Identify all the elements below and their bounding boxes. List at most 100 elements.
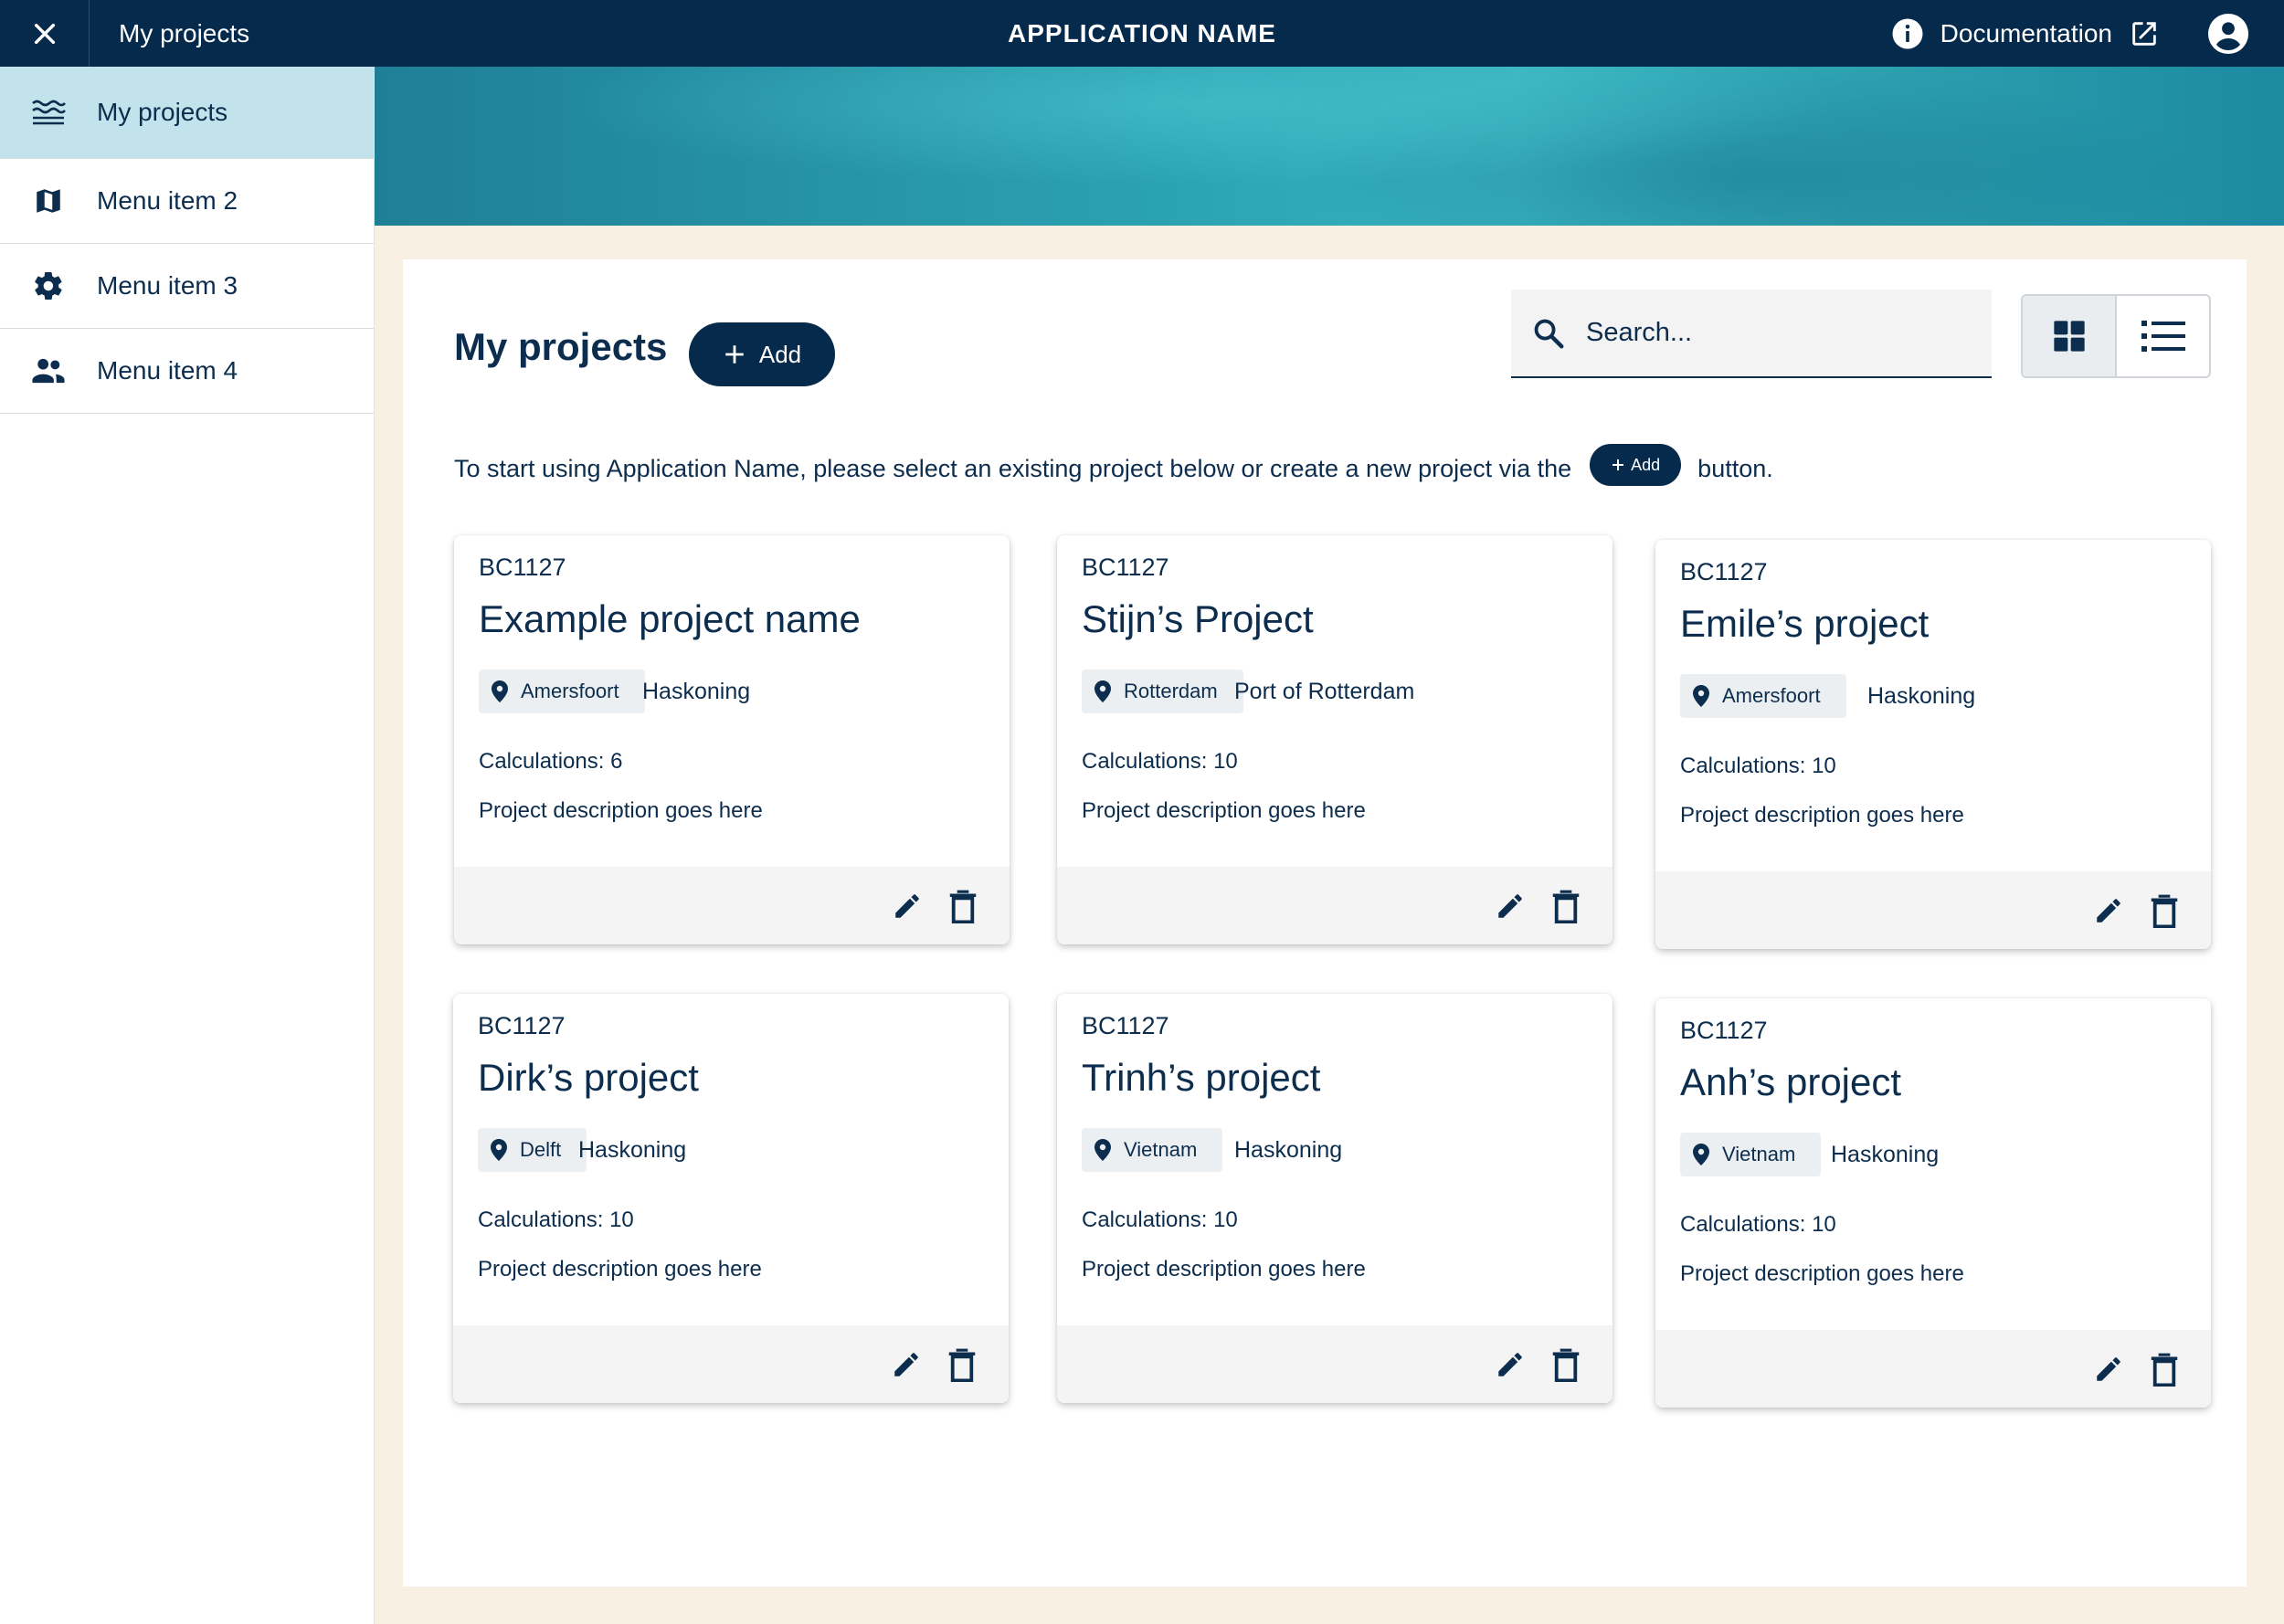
sidebar-item-menu-4[interactable]: Menu item 4 bbox=[0, 329, 374, 414]
add-button-label: Add bbox=[758, 340, 802, 368]
account-icon[interactable] bbox=[2207, 13, 2249, 55]
project-description: Project description goes here bbox=[478, 1257, 762, 1281]
project-code: BC1127 bbox=[1680, 558, 1768, 585]
sidebar-item-label: Menu item 4 bbox=[97, 356, 238, 385]
documentation-label: Documentation bbox=[1940, 18, 2112, 47]
sidebar-item-my-projects[interactable]: My projects bbox=[0, 67, 374, 159]
delete-icon[interactable] bbox=[1550, 889, 1581, 923]
project-card[interactable]: BC1127 Trinh’s project Vietnam Haskoning… bbox=[1057, 994, 1613, 1403]
info-icon bbox=[1892, 18, 1923, 48]
project-calculations: Calculations: 10 bbox=[478, 1207, 634, 1232]
card-actions bbox=[1057, 867, 1613, 944]
location-chip: Rotterdam bbox=[1082, 670, 1243, 713]
list-icon bbox=[2141, 321, 2185, 352]
delete-icon[interactable] bbox=[1550, 1347, 1581, 1382]
sidebar-item-label: Menu item 2 bbox=[97, 186, 238, 215]
projects-panel: My projects Add Search... To start using… bbox=[403, 259, 2247, 1587]
sidebar-item-menu-3[interactable]: Menu item 3 bbox=[0, 244, 374, 329]
grid-view-button[interactable] bbox=[2023, 296, 2117, 376]
project-name: Trinh’s project bbox=[1082, 1056, 1321, 1099]
project-client: Haskoning bbox=[1831, 1142, 1940, 1167]
location-pin-icon bbox=[1693, 685, 1709, 707]
project-description: Project description goes here bbox=[1082, 1257, 1366, 1281]
project-location: Amersfoort bbox=[1722, 684, 1821, 707]
project-client: Haskoning bbox=[642, 679, 751, 704]
plus-icon bbox=[1613, 459, 1624, 470]
edit-icon[interactable] bbox=[891, 1349, 922, 1380]
card-actions bbox=[1655, 871, 2211, 949]
project-code: BC1127 bbox=[1082, 1012, 1169, 1039]
documentation-link[interactable]: Documentation bbox=[1891, 0, 2160, 67]
plus-icon bbox=[725, 345, 744, 364]
card-actions bbox=[453, 1325, 1009, 1403]
location-chip: Vietnam bbox=[1082, 1128, 1223, 1172]
project-client: Port of Rotterdam bbox=[1234, 679, 1415, 704]
view-toggle bbox=[2021, 294, 2211, 378]
delete-icon[interactable] bbox=[946, 1347, 978, 1382]
project-calculations: Calculations: 10 bbox=[1082, 749, 1238, 774]
project-location: Vietnam bbox=[1722, 1143, 1796, 1165]
grid-icon bbox=[2053, 321, 2085, 352]
intro-text-after: button. bbox=[1697, 454, 1773, 482]
project-name: Dirk’s project bbox=[478, 1056, 699, 1099]
location-pin-icon bbox=[491, 1139, 507, 1161]
card-actions bbox=[1057, 1325, 1613, 1403]
project-client: Haskoning bbox=[1867, 683, 1976, 709]
location-chip: Vietnam bbox=[1680, 1133, 1822, 1176]
add-project-button[interactable]: Add bbox=[689, 322, 835, 386]
people-icon bbox=[32, 358, 65, 384]
project-description: Project description goes here bbox=[1082, 798, 1366, 823]
project-card[interactable]: BC1127 Example project name Amersfoort H… bbox=[454, 535, 1010, 944]
location-pin-icon bbox=[1094, 1139, 1111, 1161]
search-field[interactable] bbox=[1511, 290, 1992, 378]
project-calculations: Calculations: 10 bbox=[1082, 1207, 1238, 1232]
project-description: Project description goes here bbox=[1680, 803, 1964, 828]
project-description: Project description goes here bbox=[1680, 1261, 1964, 1286]
project-location: Delft bbox=[520, 1138, 562, 1161]
close-icon bbox=[34, 23, 55, 44]
location-chip: Delft bbox=[478, 1128, 587, 1172]
location-chip: Amersfoort bbox=[479, 670, 645, 713]
delete-icon[interactable] bbox=[2149, 1352, 2180, 1387]
project-name: Anh’s project bbox=[1680, 1060, 1902, 1103]
close-menu-button[interactable] bbox=[0, 0, 90, 67]
edit-icon[interactable] bbox=[2093, 1354, 2124, 1385]
card-actions bbox=[1655, 1330, 2211, 1408]
project-card[interactable]: BC1127 Stijn’s Project Rotterdam Port of… bbox=[1057, 535, 1613, 944]
edit-icon[interactable] bbox=[1495, 891, 1526, 922]
edit-icon[interactable] bbox=[2093, 895, 2124, 926]
list-view-button[interactable] bbox=[2117, 296, 2209, 376]
inline-add-button[interactable]: Add bbox=[1590, 444, 1682, 486]
project-card[interactable]: BC1127 Emile’s project Amersfoort Haskon… bbox=[1655, 540, 2211, 949]
sidebar: My projects Menu item 2 Menu item 3 Menu… bbox=[0, 67, 375, 1624]
sidebar-item-label: Menu item 3 bbox=[97, 271, 238, 300]
inline-add-label: Add bbox=[1631, 455, 1661, 474]
intro-text-before: To start using Application Name, please … bbox=[454, 454, 1572, 482]
map-icon bbox=[37, 189, 60, 213]
project-calculations: Calculations: 10 bbox=[1680, 1212, 1836, 1237]
location-chip: Amersfoort bbox=[1680, 674, 1846, 718]
edit-icon[interactable] bbox=[892, 891, 923, 922]
project-code: BC1127 bbox=[1082, 554, 1169, 581]
project-card[interactable]: BC1127 Anh’s project Vietnam Haskoning C… bbox=[1655, 998, 2211, 1408]
intro-text: To start using Application Name, please … bbox=[454, 444, 1773, 490]
project-client: Haskoning bbox=[1234, 1137, 1343, 1163]
delete-icon[interactable] bbox=[2149, 893, 2180, 928]
external-link-icon bbox=[2132, 21, 2156, 46]
hero-banner bbox=[375, 67, 2284, 226]
sidebar-item-menu-2[interactable]: Menu item 2 bbox=[0, 159, 374, 244]
location-pin-icon bbox=[492, 680, 508, 702]
project-name: Stijn’s Project bbox=[1082, 597, 1314, 640]
project-description: Project description goes here bbox=[479, 798, 763, 823]
search-input[interactable] bbox=[1586, 318, 1970, 348]
card-actions bbox=[454, 867, 1010, 944]
breadcrumb[interactable]: My projects bbox=[119, 19, 249, 48]
waves-icon bbox=[32, 100, 66, 125]
delete-icon[interactable] bbox=[947, 889, 978, 923]
edit-icon[interactable] bbox=[1495, 1349, 1526, 1380]
project-location: Vietnam bbox=[1124, 1138, 1198, 1161]
project-calculations: Calculations: 10 bbox=[1680, 754, 1836, 778]
project-name: Emile’s project bbox=[1680, 602, 1930, 645]
project-card[interactable]: BC1127 Dirk’s project Delft Haskoning Ca… bbox=[453, 994, 1009, 1403]
project-code: BC1127 bbox=[1680, 1017, 1768, 1044]
